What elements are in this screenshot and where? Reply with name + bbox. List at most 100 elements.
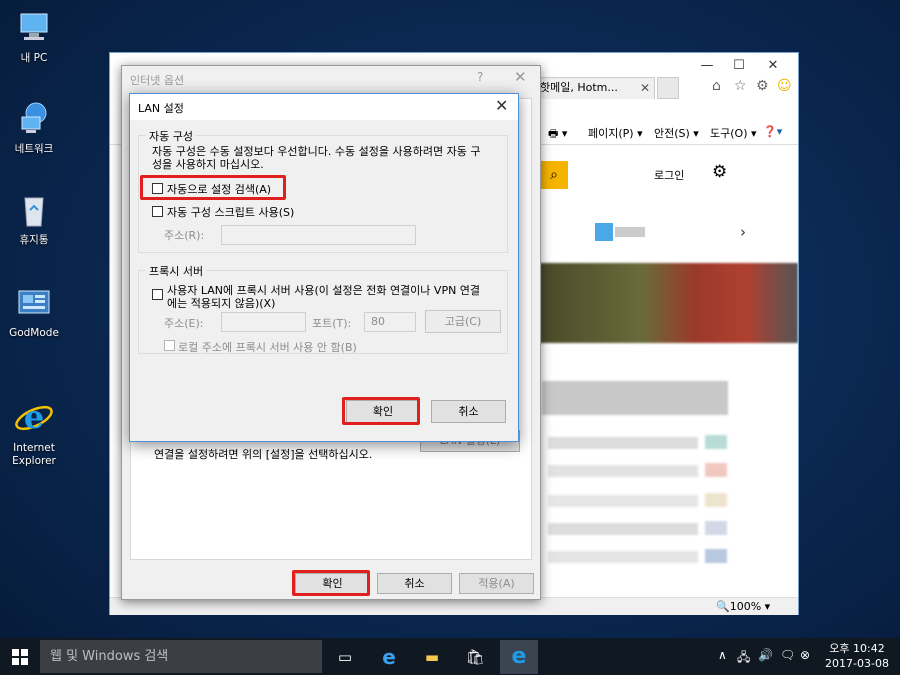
login-link[interactable]: 로그인 — [654, 167, 684, 183]
desktop-icon-network[interactable]: 네트워크 — [4, 99, 64, 156]
desktop-icon-my-pc[interactable]: 내 PC — [4, 8, 64, 65]
cancel-button[interactable]: 취소 — [377, 573, 452, 594]
auto-script-checkbox[interactable] — [152, 206, 163, 217]
group-legend: 프록시 서버 — [146, 263, 207, 279]
close-icon[interactable]: ✕ — [495, 96, 508, 115]
clock-time: 오후 10:42 — [829, 642, 885, 655]
taskbar-clock[interactable]: 오후 10:42 2017-03-08 — [818, 641, 896, 671]
cancel-button[interactable]: 취소 — [431, 400, 506, 423]
bypass-local-label[interactable]: 로컬 주소에 프록시 서버 사용 안 함(B) — [178, 339, 357, 355]
highlight-box-lan-ok — [342, 397, 420, 425]
tray-expand-icon[interactable]: ∧ — [718, 648, 727, 662]
dialog-titlebar — [130, 94, 518, 120]
proxy-port-input[interactable]: 80 — [364, 312, 416, 332]
settings-icon[interactable]: ⚙ — [712, 162, 727, 182]
minimize-button[interactable]: — — [696, 57, 718, 75]
computer-icon — [14, 8, 54, 48]
highlight-box-options-ok — [292, 570, 370, 596]
chevron-right-icon[interactable]: › — [740, 223, 746, 241]
close-button[interactable]: ✕ — [762, 57, 784, 75]
auto-script-label[interactable]: 자동 구성 스크립트 사용(S) — [167, 204, 294, 220]
close-icon[interactable]: ✕ — [514, 68, 527, 86]
zoom-value: 100% — [729, 600, 762, 613]
print-icon[interactable]: 🖶 ▾ — [548, 125, 567, 144]
lan-instruction-text: 연결을 설정하려면 위의 [설정]을 선택하십시오. — [154, 448, 373, 461]
highlight-box-auto-detect — [140, 175, 286, 200]
desktop-icon-label: 내 PC — [20, 52, 48, 64]
smiley-feedback-icon[interactable]: ☺ — [777, 78, 792, 94]
proxy-address-label: 주소(E): — [164, 317, 204, 330]
menu-page-label: 페이지(P) — [588, 127, 634, 140]
script-address-input[interactable] — [221, 225, 416, 245]
menu-safety[interactable]: 안전(S) ▾ — [654, 125, 699, 141]
notification-close-icon[interactable]: ⊗ — [800, 648, 810, 662]
blurred-thumb — [705, 435, 727, 449]
blurred-row — [548, 465, 698, 477]
lan-settings-dialog: LAN 설정 ✕ 자동 구성 자동 구성은 수동 설정보다 우선합니다. 수동 … — [129, 93, 519, 442]
blurred-thumb — [705, 493, 727, 507]
store-icon[interactable]: 🛍 — [461, 643, 489, 671]
help-icon[interactable]: ❓▾ — [763, 125, 782, 138]
action-center-icon[interactable]: 🗨 — [780, 648, 795, 662]
desktop-icon-label: 휴지통 — [19, 234, 49, 246]
proxy-port-label: 포트(T): — [312, 317, 352, 330]
network-icon — [14, 99, 54, 139]
dialog-title: 인터넷 옵션 — [130, 74, 185, 87]
maximize-button[interactable]: ☐ — [728, 57, 750, 75]
bypass-local-checkbox[interactable] — [164, 340, 175, 351]
blurred-block — [542, 381, 728, 415]
taskbar-search-input[interactable]: 웹 및 Windows 검색 — [40, 640, 322, 673]
desktop-icon-label: Internet Explorer — [12, 442, 56, 467]
tab-close-icon[interactable]: ✕ — [640, 78, 650, 98]
group-legend: 자동 구성 — [146, 128, 196, 144]
desktop-icon-label: GodMode — [9, 327, 59, 339]
proxy-address-input[interactable] — [221, 312, 306, 332]
apply-button[interactable]: 적용(A) — [459, 573, 534, 594]
blurred-row — [548, 551, 698, 563]
clock-date: 2017-03-08 — [825, 657, 889, 670]
settings-gear-icon[interactable]: ⚙ — [756, 78, 769, 94]
menu-tools[interactable]: 도구(O) ▾ — [710, 125, 757, 141]
desktop-icon-recycle-bin[interactable]: 휴지통 — [4, 190, 64, 247]
svg-text:e: e — [24, 398, 44, 436]
internet-explorer-taskbar-icon[interactable]: e — [500, 640, 538, 674]
desktop-icon-godmode[interactable]: GodMode — [4, 283, 64, 340]
desktop-icon-label: 네트워크 — [14, 143, 54, 155]
desktop-icon-internet-explorer[interactable]: e Internet Explorer — [4, 372, 64, 481]
zoom-level[interactable]: 🔍100% ▾ — [716, 600, 770, 613]
advanced-button[interactable]: 고급(C) — [425, 310, 501, 333]
auto-config-description-2: 성을 사용하지 마십시오. — [152, 158, 264, 171]
help-button[interactable]: ? — [477, 70, 483, 84]
new-tab-button[interactable] — [657, 77, 679, 99]
network-tray-icon[interactable]: 🖧 — [737, 648, 750, 669]
blurred-row — [548, 437, 698, 449]
tab-title: 핫메일, Hotm... — [540, 81, 618, 94]
use-proxy-checkbox[interactable] — [152, 289, 163, 300]
home-icon[interactable]: ⌂ — [712, 78, 721, 94]
use-proxy-label-2[interactable]: 에는 적용되지 않음)(X) — [167, 295, 275, 311]
edge-browser-icon[interactable]: e — [375, 643, 403, 671]
recycle-bin-icon — [14, 190, 54, 230]
volume-icon[interactable]: 🔊 — [758, 648, 773, 662]
blurred-text — [615, 227, 645, 237]
blurred-banner-image — [540, 263, 798, 343]
control-panel-icon — [14, 283, 54, 323]
browser-tab[interactable]: 핫메일, Hotm... ✕ — [537, 77, 655, 99]
file-explorer-icon[interactable]: ▬ — [418, 643, 446, 671]
internet-explorer-icon: e — [14, 385, 54, 436]
blurred-thumb — [705, 521, 727, 535]
dialog-title: LAN 설정 — [138, 102, 184, 115]
start-windows-icon[interactable] — [6, 643, 34, 671]
blurred-thumb — [705, 463, 727, 477]
menu-safety-label: 안전(S) — [654, 127, 690, 140]
blurred-logo — [595, 223, 613, 241]
blurred-thumb — [705, 549, 727, 563]
menu-page[interactable]: 페이지(P) ▾ — [588, 125, 643, 141]
favorites-star-icon[interactable]: ☆ — [734, 78, 747, 94]
blurred-row — [548, 495, 698, 507]
blurred-row — [548, 523, 698, 535]
menu-tools-label: 도구(O) — [710, 127, 748, 140]
search-icon[interactable]: ⌕ — [540, 161, 568, 189]
script-address-label: 주소(R): — [164, 229, 205, 242]
task-view-icon[interactable]: ▭ — [331, 643, 359, 671]
